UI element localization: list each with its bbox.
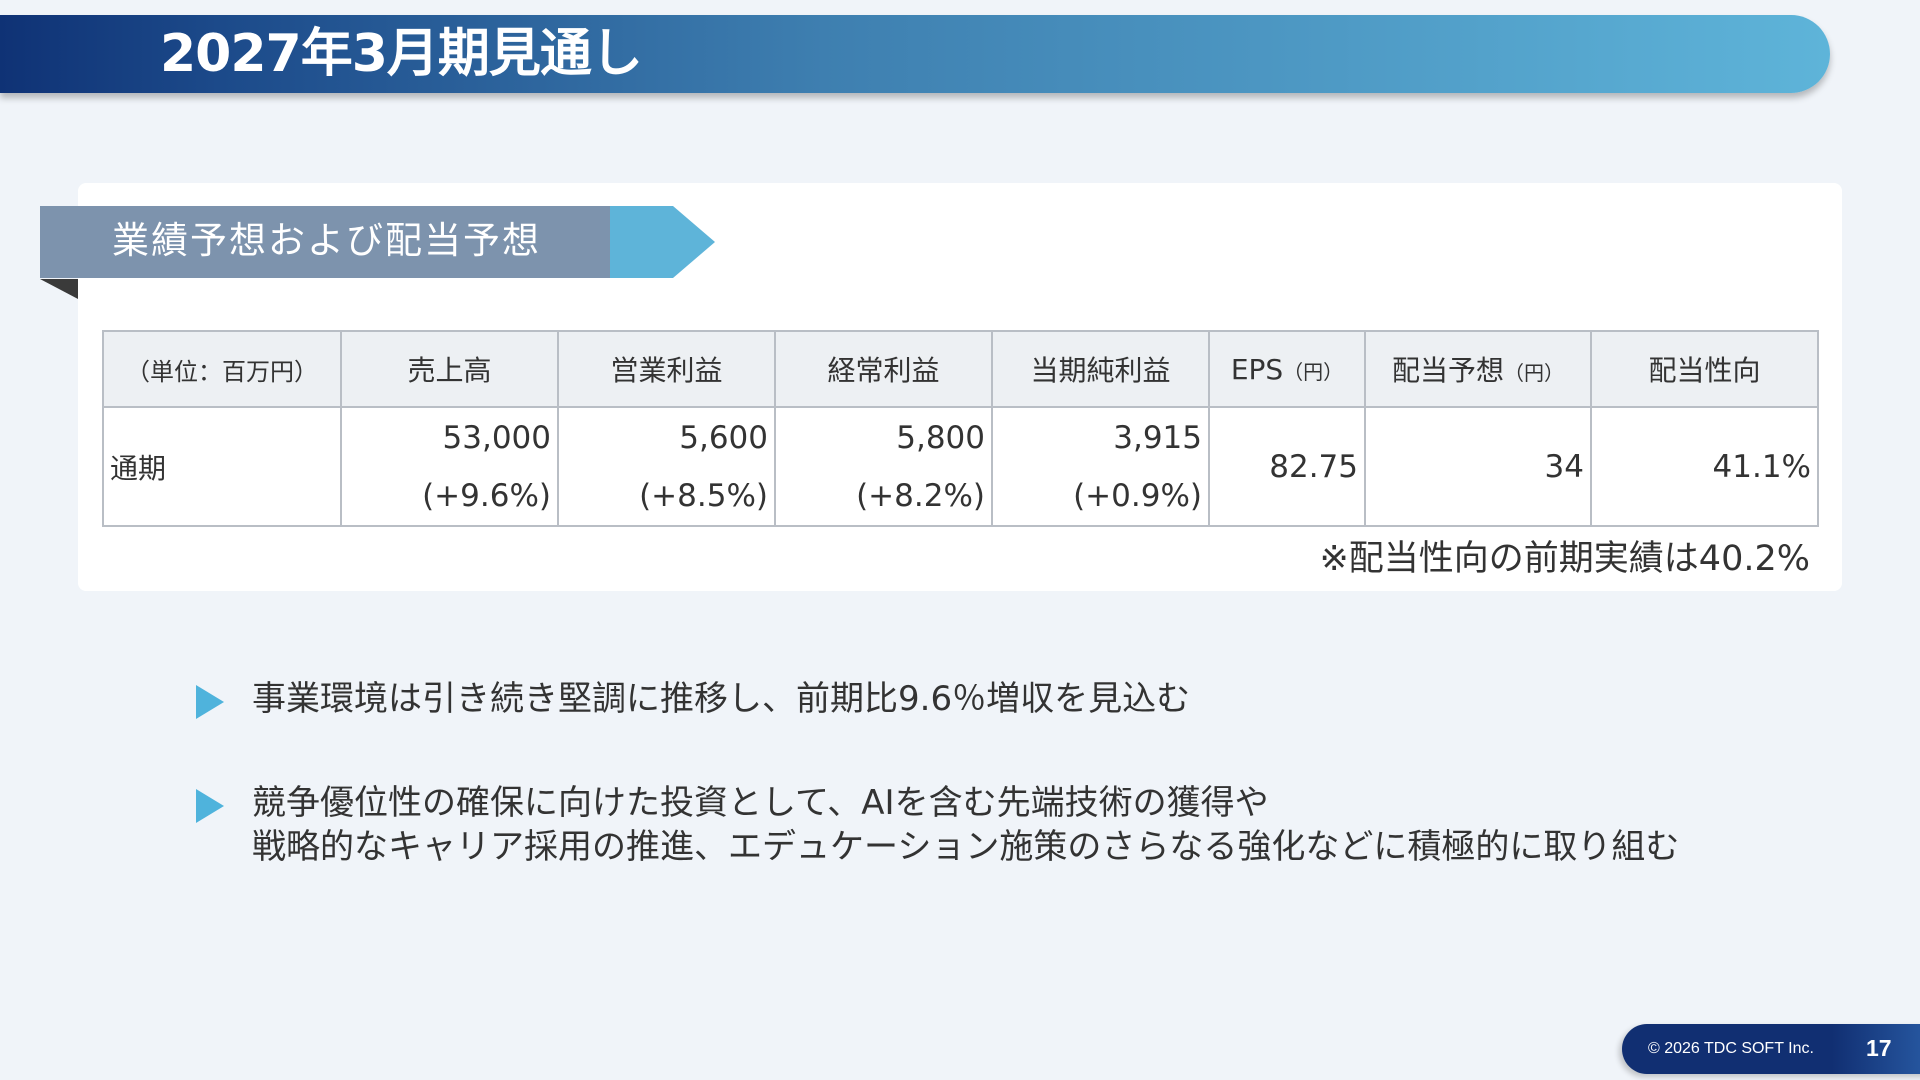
bullet-line: 戦略的なキャリア採用の推進、エデュケーション施策のさらなる強化などに積極的に取り… bbox=[252, 827, 1680, 867]
header-sales: 売上高 bbox=[340, 330, 559, 408]
slide-title: 2027年3月期見通し bbox=[160, 24, 643, 84]
net-income-value: 3,915 bbox=[1113, 419, 1202, 456]
payout-note: ※配当性向の前期実績は40.2% bbox=[1319, 539, 1810, 579]
header-operating-profit: 営業利益 bbox=[557, 330, 776, 408]
net-income-change: (+0.9%) bbox=[1073, 477, 1202, 514]
footer-pill: © 2026 TDC SOFT Inc. 17 bbox=[1622, 1024, 1920, 1074]
cell-ordinary-profit: 5,800 (+8.2%) bbox=[774, 406, 993, 527]
ribbon-fold bbox=[40, 279, 78, 299]
bullet-text: 事業環境は引き続き堅調に推移し、前期比9.6％増収を見込む bbox=[252, 677, 1190, 721]
bullet-line: 競争優位性の確保に向けた投資として、AIを含む先端技術の獲得や bbox=[252, 783, 1269, 823]
ordinary-profit-change: (+8.2%) bbox=[856, 477, 985, 514]
header-dividend: 配当予想（円） bbox=[1364, 330, 1592, 408]
cell-eps: 82.75 bbox=[1208, 406, 1366, 527]
ribbon-arrow-tip bbox=[673, 206, 715, 278]
header-payout-ratio: 配当性向 bbox=[1590, 330, 1819, 408]
ordinary-profit-value: 5,800 bbox=[896, 419, 985, 456]
cell-dividend: 34 bbox=[1364, 406, 1592, 527]
header-eps-unit: （円） bbox=[1283, 359, 1344, 384]
page-number: 17 bbox=[1866, 1035, 1892, 1061]
title-bar: 2027年3月期見通し bbox=[0, 15, 1830, 93]
header-unit: （単位：百万円） bbox=[102, 330, 342, 408]
header-ordinary-profit: 経常利益 bbox=[774, 330, 993, 408]
header-net-income: 当期純利益 bbox=[991, 330, 1210, 408]
forecast-table: （単位：百万円） 売上高 営業利益 経常利益 当期純利益 EPS（円） 配当予想… bbox=[102, 330, 1819, 527]
triangle-bullet-icon bbox=[196, 685, 224, 719]
bullet-text: 競争優位性の確保に向けた投資として、AIを含む先端技術の獲得や 戦略的なキャリア… bbox=[252, 781, 1679, 869]
table-row: 通期 53,000 (+9.6%) 5,600 (+8.5%) 5,800 (+… bbox=[102, 406, 1819, 527]
operating-profit-change: (+8.5%) bbox=[639, 477, 768, 514]
cell-net-income: 3,915 (+0.9%) bbox=[991, 406, 1210, 527]
section-label: 業績予想および配当予想 bbox=[112, 219, 541, 262]
copyright: © 2026 TDC SOFT Inc. bbox=[1648, 1040, 1814, 1057]
cell-payout-ratio: 41.1% bbox=[1590, 406, 1819, 527]
ribbon-arrow bbox=[610, 206, 673, 278]
sales-value: 53,000 bbox=[442, 419, 551, 456]
cell-operating-profit: 5,600 (+8.5%) bbox=[557, 406, 776, 527]
cell-sales: 53,000 (+9.6%) bbox=[340, 406, 559, 527]
triangle-bullet-icon bbox=[196, 789, 224, 823]
header-eps: EPS（円） bbox=[1208, 330, 1366, 408]
header-eps-label: EPS bbox=[1230, 352, 1284, 386]
row-label: 通期 bbox=[102, 406, 342, 527]
header-dividend-unit: （円） bbox=[1504, 361, 1564, 385]
section-ribbon: 業績予想および配当予想 bbox=[40, 206, 610, 278]
sales-change: (+9.6%) bbox=[422, 477, 551, 514]
header-dividend-label: 配当予想 bbox=[1391, 354, 1504, 387]
table-header-row: （単位：百万円） 売上高 営業利益 経常利益 当期純利益 EPS（円） 配当予想… bbox=[102, 330, 1819, 408]
operating-profit-value: 5,600 bbox=[679, 419, 768, 456]
bullet-line: 事業環境は引き続き堅調に推移し、前期比9.6％増収を見込む bbox=[252, 679, 1191, 719]
